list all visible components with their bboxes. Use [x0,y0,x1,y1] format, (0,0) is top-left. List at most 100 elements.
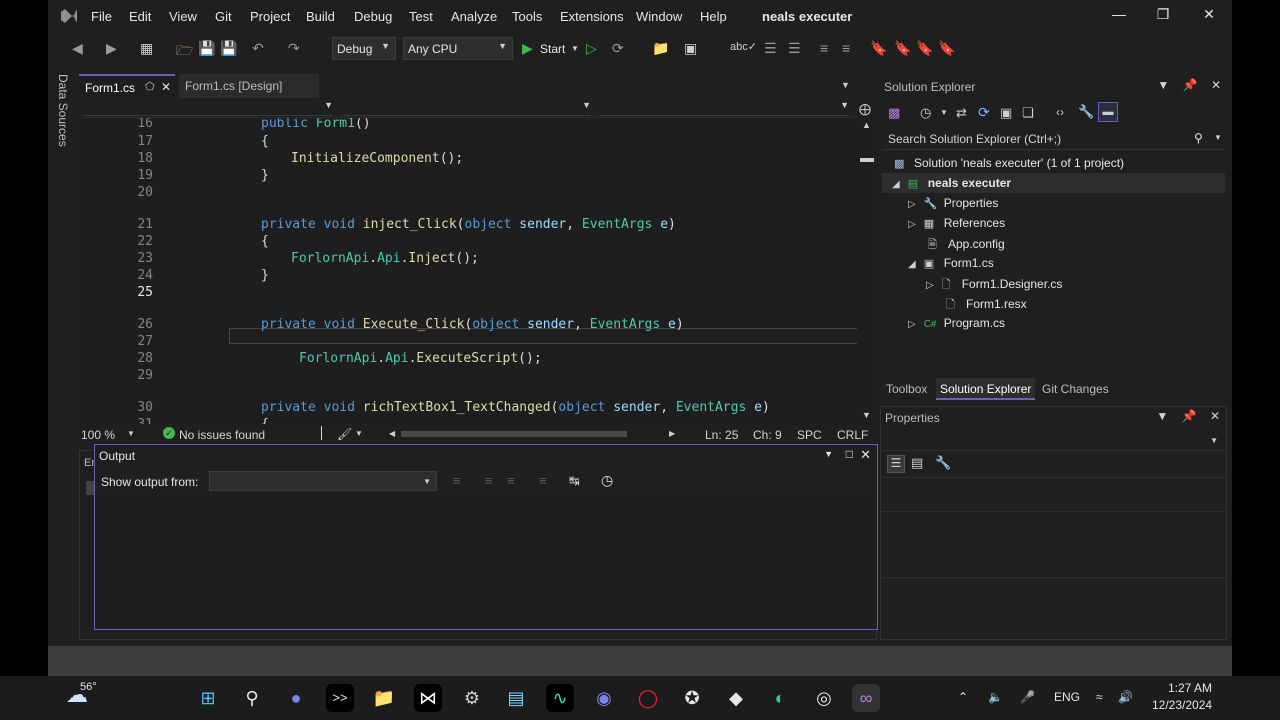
scroll-down-icon[interactable]: ▼ [862,410,871,420]
close-icon[interactable]: ✕ [1210,409,1220,423]
align-left-icon[interactable]: ☰ [764,40,777,57]
tree-item-app-config[interactable]: 🗎 App.config [928,236,1005,255]
game-app-icon[interactable]: ✪ [678,684,706,712]
brush-icon[interactable]: 🖌 [337,427,352,441]
tree-item-form1-designer[interactable]: ▷ 🗋 Form1.Designer.cs [926,276,1062,295]
pin-icon[interactable]: 📌 [1183,78,1198,92]
search-icon[interactable]: ⚲ [1194,131,1203,145]
menu-window[interactable]: Window [636,9,682,24]
save-icon[interactable]: 💾 [198,40,215,57]
chevron-down-icon[interactable]: ▼ [940,108,948,117]
start-button[interactable]: Start [540,42,565,56]
tree-solution[interactable]: ▩ Solution 'neals executer' (1 of 1 proje… [894,156,1124,170]
word-wrap-icon[interactable]: ↹ [569,473,580,489]
opera-icon[interactable]: ◯ [634,684,662,712]
close-tab-icon[interactable]: ✕ [161,80,171,94]
clear-bookmarks-icon[interactable]: 🔖 [938,40,955,57]
configuration-select[interactable]: Debug ▼ [332,37,396,60]
line-ending-indicator[interactable]: CRLF [837,428,868,442]
object-selector[interactable]: ▼ [881,429,1226,451]
wifi-icon[interactable]: ≈ [1096,690,1103,704]
comment-icon[interactable]: ≡ [820,40,828,56]
uncomment-icon[interactable]: ≡ [842,40,850,56]
menu-edit[interactable]: Edit [129,9,151,24]
close-icon[interactable]: ✕ [860,447,871,463]
menu-tools[interactable]: Tools [512,9,542,24]
type-dropdown[interactable]: ▼ [341,100,591,116]
terminal-icon[interactable]: >> [326,684,354,712]
menu-analyze[interactable]: Analyze [451,9,497,24]
show-hidden-icons-icon[interactable]: ⌃ [958,690,968,704]
collapsed-icon[interactable]: ▷ [908,219,916,230]
chevron-down-icon[interactable]: ▼ [127,429,135,438]
split-editor-icon[interactable]: ⨁ [859,102,871,116]
member-dropdown[interactable]: ▼ [599,100,849,116]
file-explorer-icon[interactable]: 📁 [370,684,398,712]
tree-item-program[interactable]: ▷ C# Program.cs [908,316,1005,330]
save-all-icon[interactable]: 💾 [220,40,237,57]
tab-form1-design[interactable]: Form1.cs [Design] [179,74,319,98]
vertical-scrollbar[interactable]: ▲ ▼ [858,118,876,424]
steam-icon[interactable]: ⚙ [458,684,486,712]
collapse-all-icon[interactable]: ▣ [1000,105,1012,121]
code-area[interactable]: 16 public Form1() 17 { 18 InitializeComp… [79,118,857,424]
menu-view[interactable]: View [169,9,197,24]
chevron-down-icon[interactable]: ▼ [355,429,363,438]
prev-bookmark-icon[interactable]: 🔖 [894,40,911,57]
horizontal-scroll-thumb[interactable] [401,431,627,437]
start-dropdown-icon[interactable]: ▼ [571,44,579,53]
audio-app-icon[interactable]: ∿ [546,684,574,712]
solution-search-input[interactable]: Search Solution Explorer (Ctrl+;) ⚲ ▼ [882,128,1225,150]
line-indicator[interactable]: Ln: 25 [705,428,738,442]
chat-icon[interactable]: ● [282,684,310,712]
spell-check-icon[interactable]: abc✓ [730,40,757,53]
pin-icon[interactable]: 📌 [1182,409,1197,423]
column-indicator[interactable]: Ch: 9 [753,428,782,442]
volume-icon[interactable]: 🔊 [1118,690,1133,704]
language-indicator[interactable]: ENG [1054,690,1080,704]
close-icon[interactable]: ✕ [1194,6,1224,28]
undo-icon[interactable]: ↶ [252,40,264,57]
clock-icon[interactable]: ◷ [601,472,613,489]
tab-overflow-icon[interactable]: ▼ [841,80,850,90]
menu-file[interactable]: File [91,9,112,24]
tab-form1-cs[interactable]: Form1.cs ⬠ ✕ [79,74,175,98]
menu-help[interactable]: Help [700,9,727,24]
speaker-icon[interactable]: 🔈 [988,690,1003,704]
start-without-debugging-icon[interactable]: ▷ [586,40,597,57]
discord-icon[interactable]: ◉ [590,684,618,712]
roblox-icon[interactable]: ◆ [722,684,750,712]
collapsed-icon[interactable]: ▷ [926,280,934,291]
chevron-down-icon[interactable]: ▼ [1214,133,1222,142]
start-play-icon[interactable]: ▶ [522,40,533,57]
find-message-icon[interactable]: ≡ [453,473,461,488]
expanded-icon[interactable]: ◢ [892,179,900,190]
platform-select[interactable]: Any CPU ▼ [403,37,513,60]
open-folder-icon[interactable]: 🗁 [176,40,193,64]
bookmark-icon[interactable]: 🔖 [870,40,887,57]
collapsed-icon[interactable]: ▷ [908,319,916,330]
project-dropdown[interactable]: ▼ [83,100,333,116]
tab-toolbox[interactable]: Toolbox [886,382,927,396]
weather-temp[interactable]: 56° [80,681,97,693]
refresh-icon[interactable]: ⟳ [978,104,990,121]
preview-selected-icon[interactable]: ▬ [1098,102,1118,122]
tree-item-properties[interactable]: ▷ 🔧 Properties [908,196,998,210]
expanded-icon[interactable]: ◢ [908,259,916,270]
next-message-icon[interactable]: ≡ [507,473,515,488]
back-icon[interactable]: ◀ [72,40,83,57]
alphabetical-icon[interactable]: ▤ [911,455,923,471]
output-source-select[interactable]: ▼ [209,471,437,491]
hot-reload-icon[interactable]: ⟳ [612,40,624,57]
tab-solution-explorer[interactable]: Solution Explorer [936,378,1036,400]
categorized-icon[interactable]: ☰ [887,455,905,473]
panel-menu-icon[interactable]: ▼ [1157,78,1169,92]
output-text-area[interactable] [95,497,877,629]
pin-icon[interactable]: ⬠ [145,80,155,93]
scroll-right-icon[interactable]: ▶ [669,429,675,438]
issues-status[interactable]: No issues found [179,428,265,442]
obs-icon[interactable]: ◎ [810,684,838,712]
tree-item-references[interactable]: ▷ ▦ References [908,216,1005,230]
property-pages-icon[interactable]: 🔧 [935,455,951,471]
scroll-left-icon[interactable]: ◀ [389,429,395,438]
